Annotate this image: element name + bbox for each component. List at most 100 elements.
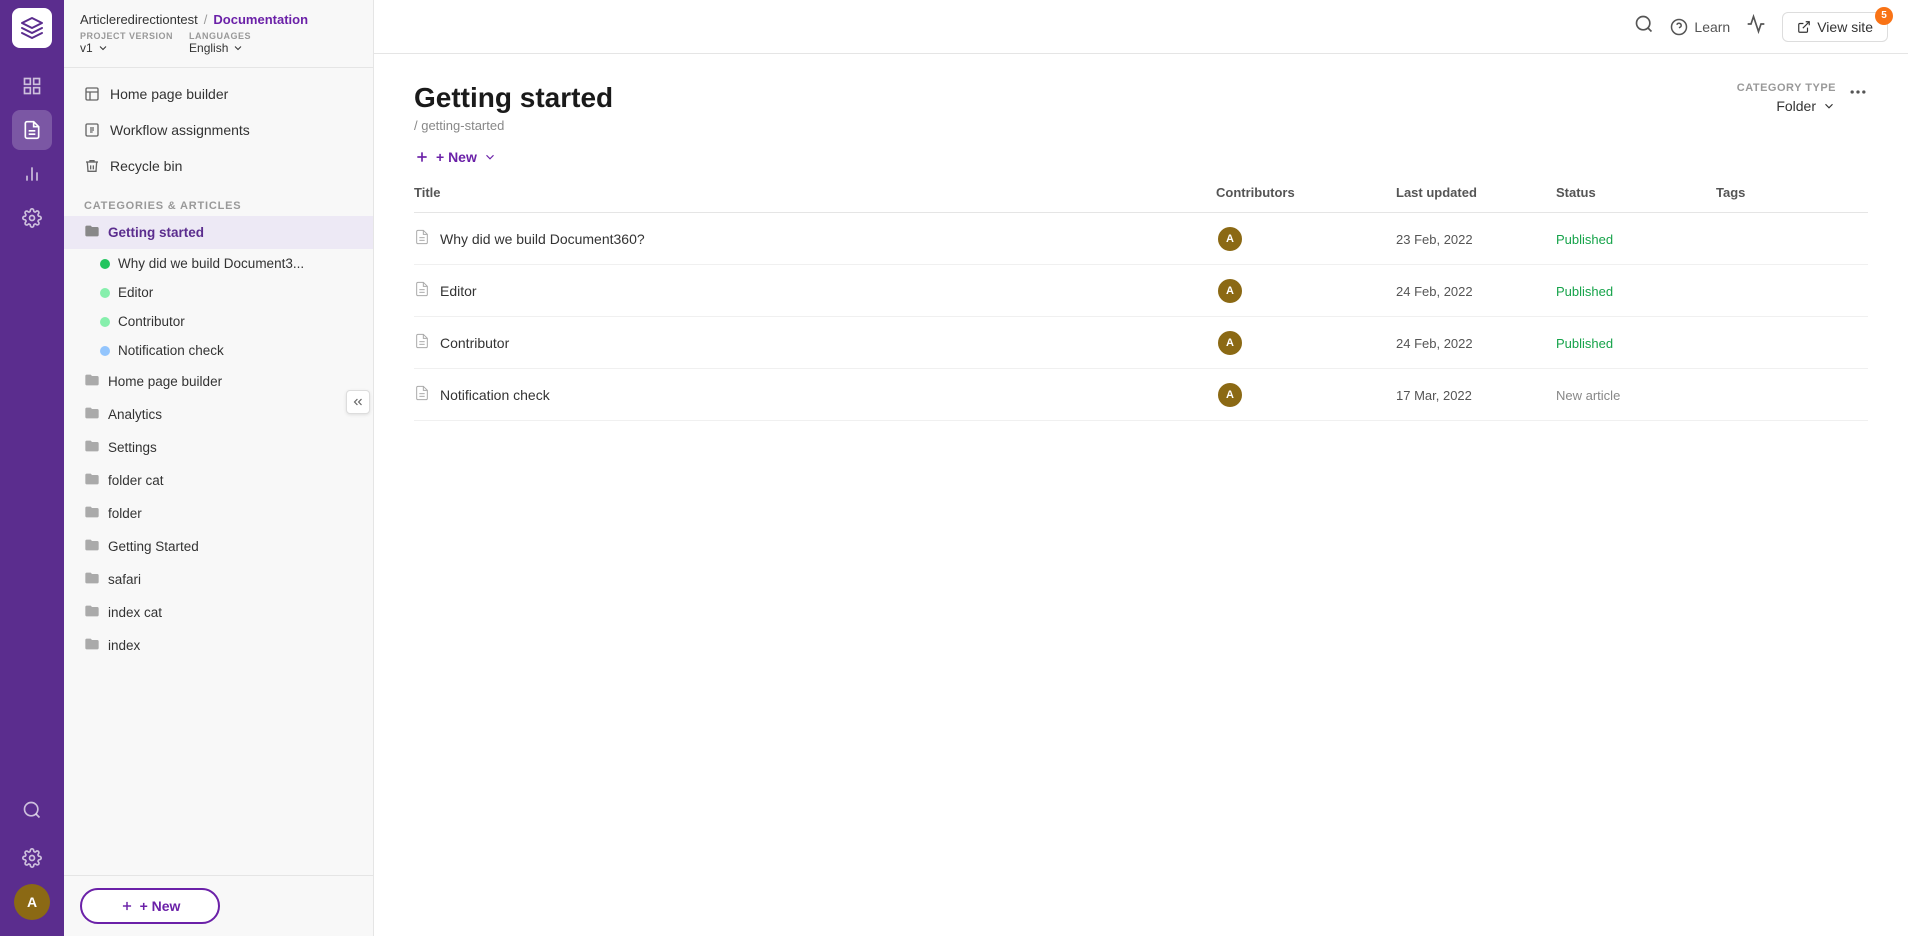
row3-title[interactable]: Contributor: [440, 335, 509, 351]
sidebar-item-home-page-builder[interactable]: Home page builder: [64, 76, 373, 112]
row1-title[interactable]: Why did we build Document360?: [440, 231, 645, 247]
row3-title-cell: Contributor: [414, 329, 1208, 356]
table-header: Title Contributors Last updated Status T…: [414, 181, 1868, 213]
tree-label-index-cat: index cat: [108, 605, 162, 620]
announcement-button[interactable]: [1746, 14, 1766, 39]
col-contributors: Contributors: [1208, 181, 1388, 204]
sidebar: Articleredirectiontest / Documentation P…: [64, 0, 374, 936]
article-doc-icon-3: [414, 333, 430, 352]
tree-label-contributor: Contributor: [118, 314, 185, 329]
settings-gear-icon[interactable]: [12, 838, 52, 878]
row2-title[interactable]: Editor: [440, 283, 477, 299]
row2-title-cell: Editor: [414, 277, 1208, 304]
tree-item-folder-cat[interactable]: folder cat: [64, 464, 373, 497]
status-dot-blue: [100, 346, 110, 356]
folder-icon-getting-started-2: [84, 537, 100, 556]
learn-button[interactable]: Learn: [1670, 18, 1730, 36]
tree-label-why-build: Why did we build Document3...: [118, 256, 304, 271]
sidebar-tree: Getting started Why did we build Documen…: [64, 216, 373, 875]
app-logo[interactable]: [12, 8, 52, 48]
table-row: Why did we build Document360? A 23 F: [414, 213, 1868, 265]
search-button[interactable]: [1634, 14, 1654, 39]
row4-title[interactable]: Notification check: [440, 387, 550, 403]
new-button-bottom[interactable]: + New: [80, 888, 220, 924]
sidebar-collapse-button[interactable]: [346, 390, 370, 414]
contributor-avatar-2: A: [1216, 277, 1244, 305]
tree-item-getting-started-2[interactable]: Getting Started: [64, 530, 373, 563]
tree-item-settings[interactable]: Settings: [64, 431, 373, 464]
tree-label-folder: folder: [108, 506, 142, 521]
row1-title-cell: Why did we build Document360?: [414, 225, 1208, 252]
category-type-block: CATEGORY TYPE Folder: [1737, 82, 1836, 114]
tree-item-analytics[interactable]: Analytics: [64, 398, 373, 431]
tree-item-contributor[interactable]: Contributor: [64, 307, 373, 336]
row1-status: Published: [1548, 227, 1708, 251]
user-avatar[interactable]: A: [14, 884, 50, 920]
col-status: Status: [1548, 181, 1708, 204]
search-rail-icon[interactable]: [12, 790, 52, 830]
article-doc-icon: [414, 229, 430, 248]
folder-icon-analytics: [84, 405, 100, 424]
tree-item-index[interactable]: index: [64, 629, 373, 662]
row4-title-cell: Notification check: [414, 381, 1208, 408]
tree-item-getting-started[interactable]: Getting started: [64, 216, 373, 249]
table-row: Contributor A 24 Feb, 2022: [414, 317, 1868, 369]
new-action-button[interactable]: + New: [414, 149, 497, 165]
category-type-label: CATEGORY TYPE: [1737, 82, 1836, 94]
col-tags: Tags: [1708, 181, 1868, 204]
notification-badge: 5: [1875, 7, 1893, 25]
sidebar-item-home-label: Home page builder: [110, 86, 228, 102]
tree-item-editor[interactable]: Editor: [64, 278, 373, 307]
sidebar-item-workflow-assignments[interactable]: Workflow assignments: [64, 112, 373, 148]
row1-tags: [1708, 235, 1868, 243]
page-more-button[interactable]: [1848, 82, 1868, 102]
dashboard-icon[interactable]: [12, 66, 52, 106]
sidebar-nav: Home page builder Workflow assignments R…: [64, 68, 373, 192]
doc-name[interactable]: Documentation: [213, 12, 308, 27]
tree-label-editor: Editor: [118, 285, 153, 300]
table-row: Notification check A 17 Mar, 2022: [414, 369, 1868, 421]
sidebar-bottom-bar: + New: [64, 875, 373, 936]
view-site-button[interactable]: View site 5: [1782, 12, 1888, 42]
tree-item-safari[interactable]: safari: [64, 563, 373, 596]
tree-item-home-page-builder-cat[interactable]: Home page builder: [64, 365, 373, 398]
language-group: LANGUAGES English: [189, 31, 251, 55]
tree-item-why-build[interactable]: Why did we build Document3...: [64, 249, 373, 278]
page-title-block: Getting started / getting-started: [414, 82, 613, 133]
new-action-label: + New: [436, 149, 477, 165]
language-selector[interactable]: English: [189, 41, 251, 55]
row2-contributors: A: [1208, 273, 1388, 309]
folder-icon-safari: [84, 570, 100, 589]
analytics-rail-icon[interactable]: [12, 154, 52, 194]
category-type-selector[interactable]: Folder: [1776, 98, 1836, 114]
page-title: Getting started: [414, 82, 613, 114]
sidebar-item-workflow-label: Workflow assignments: [110, 122, 250, 138]
tree-label-getting-started: Getting started: [108, 225, 204, 240]
actions-row: + New: [374, 133, 1908, 181]
main-content: Learn View site 5 Getting started / gett…: [374, 0, 1908, 936]
tree-item-folder[interactable]: folder: [64, 497, 373, 530]
settings-rail-icon[interactable]: [12, 198, 52, 238]
version-selector[interactable]: v1: [80, 41, 173, 55]
page-body: Getting started / getting-started CATEGO…: [374, 54, 1908, 936]
article-doc-icon-2: [414, 281, 430, 300]
breadcrumb: Articleredirectiontest / Documentation: [80, 12, 357, 27]
tree-label-settings: Settings: [108, 440, 157, 455]
contributor-avatar: A: [1216, 225, 1244, 253]
articles-icon[interactable]: [12, 110, 52, 150]
row1-contributors: A: [1208, 221, 1388, 257]
row4-tags: [1708, 391, 1868, 399]
row4-status: New article: [1548, 383, 1708, 407]
tree-item-index-cat[interactable]: index cat: [64, 596, 373, 629]
icon-rail: A: [0, 0, 64, 936]
folder-icon-folder-cat: [84, 471, 100, 490]
status-dot-light-green: [100, 288, 110, 298]
table-row: Editor A 24 Feb, 2022: [414, 265, 1868, 317]
status-dot-green: [100, 259, 110, 269]
project-name[interactable]: Articleredirectiontest: [80, 12, 198, 27]
row3-tags: [1708, 339, 1868, 347]
tree-item-notification-check[interactable]: Notification check: [64, 336, 373, 365]
contributor-avatar-3: A: [1216, 329, 1244, 357]
language-label: LANGUAGES: [189, 31, 251, 41]
sidebar-item-recycle-bin[interactable]: Recycle bin: [64, 148, 373, 184]
